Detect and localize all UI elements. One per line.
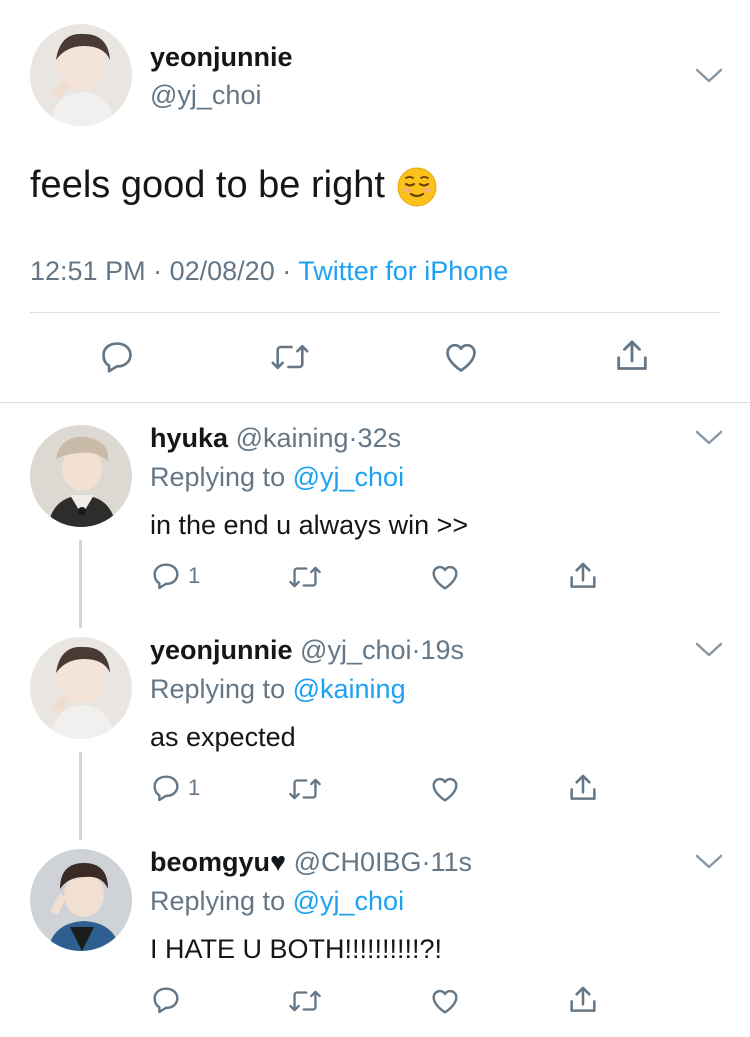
retweet-button[interactable] [288,985,322,1017]
relieved-face-emoji-icon [397,167,437,207]
replying-to: Replying to @yj_choi [150,886,404,917]
meta-separator: · [411,635,421,665]
retweet-icon [289,566,321,588]
tweet-text-content: feels good to be right [30,164,385,206]
chevron-down-icon[interactable] [694,66,724,91]
share-button[interactable] [566,559,600,593]
tweet-date: 02/08/20 [169,256,275,286]
tweet-text: feels good to be right [30,164,437,207]
reply-button[interactable]: 1 [150,560,200,592]
replying-prefix: Replying to [150,462,286,492]
reply-icon [153,563,179,590]
share-icon [617,340,647,370]
heart-icon [446,343,476,372]
divider [30,312,720,313]
replying-to: Replying to @kaining [150,674,406,705]
thread-line [79,752,82,840]
share-icon [570,774,596,800]
reply-age: 11s [430,847,473,877]
replying-prefix: Replying to [150,886,286,916]
retweet-icon [289,990,321,1012]
share-button[interactable] [566,771,600,805]
meta-separator: · [282,256,292,286]
like-button[interactable] [428,561,462,593]
meta-separator: · [421,847,431,877]
share-button[interactable] [566,983,600,1017]
reply-button[interactable] [150,984,182,1016]
chevron-down-icon[interactable] [694,852,724,877]
replying-to: Replying to @yj_choi [150,462,404,493]
reply-header: beomgyu♥ @CH0IBG·11s [150,847,472,878]
like-button[interactable] [428,773,462,805]
reply-count: 1 [188,775,201,800]
share-button[interactable] [612,336,652,376]
retweet-icon [271,344,309,370]
reply-count: 1 [188,563,201,588]
reply-author-handle[interactable]: @kaining [236,423,349,453]
reply-age: 19s [420,635,465,665]
retweet-button[interactable] [288,561,322,593]
reply-text: as expected [150,722,296,752]
share-icon [570,986,596,1012]
tweet-meta: 12:51 PM · 02/08/20 · Twitter for iPhone [30,256,508,287]
like-button[interactable] [441,338,481,376]
retweet-button[interactable] [288,773,322,805]
reply-button[interactable] [98,338,136,376]
avatar[interactable] [30,849,132,951]
reply-icon [102,342,132,373]
avatar[interactable] [30,24,132,126]
tweet-time: 12:51 PM [30,256,146,286]
avatar[interactable] [30,637,132,739]
author-handle[interactable]: @yj_choi [150,80,261,111]
mention-link[interactable]: @yj_choi [293,462,404,492]
reply-author-name[interactable]: yeonjunnie [150,635,293,665]
tweet-source-link[interactable]: Twitter for iPhone [298,256,508,286]
reply-author-name[interactable]: hyuka [150,423,228,453]
reply-icon [153,775,179,802]
heart-icon [432,777,458,802]
mention-link[interactable]: @yj_choi [293,886,404,916]
chevron-down-icon[interactable] [694,428,724,453]
reply-author-handle[interactable]: @yj_choi [300,635,411,665]
meta-separator: · [153,256,163,286]
retweet-icon [289,778,321,800]
reply-header: yeonjunnie @yj_choi·19s [150,635,464,666]
reply-button[interactable]: 1 [150,772,200,804]
replying-prefix: Replying to [150,674,286,704]
retweet-button[interactable] [270,338,310,376]
reply-author-handle[interactable]: @CH0IBG [294,847,422,877]
heart-icon [432,989,458,1014]
reply-icon [153,987,179,1014]
avatar[interactable] [30,425,132,527]
chevron-down-icon[interactable] [694,640,724,665]
reply-text: in the end u always win >> [150,510,469,540]
heart-suffix: ♥ [270,847,287,877]
author-name[interactable]: yeonjunnie [150,42,293,73]
mention-link[interactable]: @kaining [293,674,406,704]
like-button[interactable] [428,985,462,1017]
reply-author-name[interactable]: beomgyu [150,847,270,877]
share-icon [570,562,596,588]
thread-line [79,540,82,628]
reply-text: I HATE U BOTH!!!!!!!!!!?! [150,934,443,964]
heart-icon [432,565,458,590]
divider [0,402,750,403]
reply-age: 32s [357,423,402,453]
reply-header: hyuka @kaining·32s [150,423,401,454]
meta-separator: · [348,423,358,453]
